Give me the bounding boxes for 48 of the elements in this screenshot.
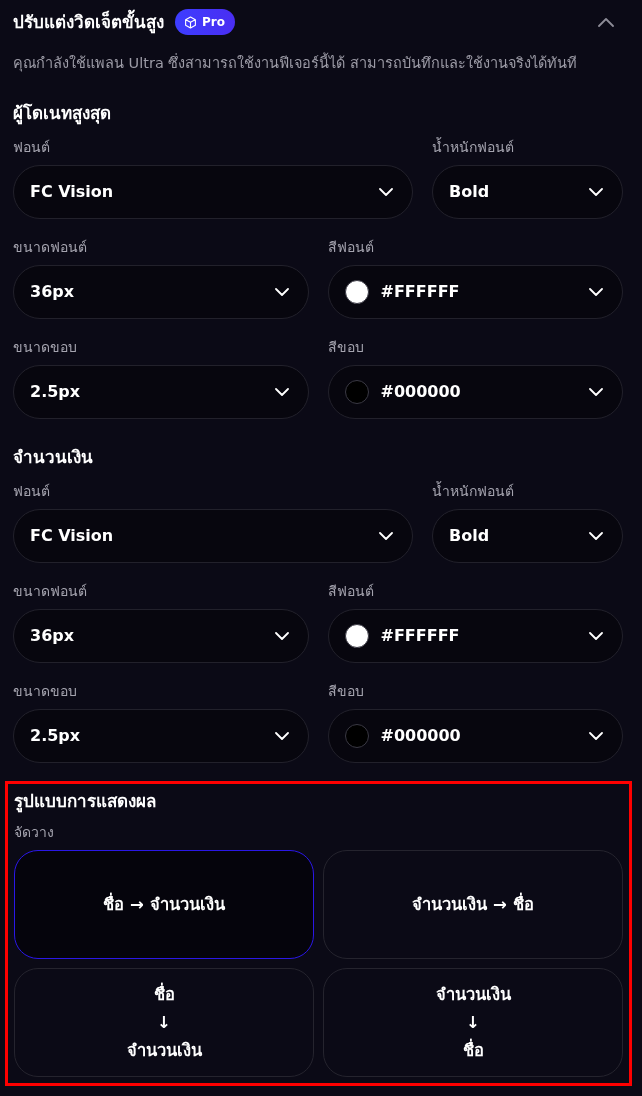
field-label: ฟอนต์ xyxy=(13,482,51,501)
color-select[interactable]: #000000 xyxy=(327,709,623,763)
layout-option[interactable]: ชื่อ ↓ จำนวนเงิน xyxy=(14,968,314,1077)
field-label: น้ำหนักฟอนต์ xyxy=(432,137,515,157)
chevron-down-icon xyxy=(379,532,393,540)
field-label: ฟอนต์ xyxy=(13,138,51,157)
layout-option[interactable]: จำนวนเงิน ↓ ชื่อ xyxy=(323,968,623,1077)
chevron-down-icon xyxy=(274,288,289,296)
chevron-down-icon xyxy=(589,732,603,740)
dropdown-select[interactable]: 2.5px xyxy=(13,709,309,763)
field-label: สีขอบ xyxy=(327,682,365,701)
panel-title: ปรับแต่งวิดเจ็ตขั้นสูง xyxy=(13,9,164,35)
field-label: สีฟอนต์ xyxy=(327,238,375,257)
chevron-down-icon xyxy=(274,632,289,640)
field-label: ขนาดฟอนต์ xyxy=(13,582,88,601)
field-label: สีขอบ xyxy=(327,338,365,357)
chevron-down-icon xyxy=(274,732,289,740)
section-title: รูปแบบการแสดงผล xyxy=(14,790,157,813)
chevron-down-icon xyxy=(589,632,603,640)
section-title: จำนวนเงิน xyxy=(13,446,94,469)
layout-option[interactable]: จำนวนเงิน → ชื่อ xyxy=(323,850,623,959)
chevron-down-icon xyxy=(589,388,603,396)
dropdown-select[interactable]: FC Vision xyxy=(13,509,413,563)
pro-badge: Pro xyxy=(175,9,235,35)
dropdown-select[interactable]: FC Vision xyxy=(13,165,413,219)
section-title: ผู้โดเนทสูงสุด xyxy=(13,102,112,125)
field-label: จัดวาง xyxy=(14,823,55,842)
chevron-down-icon xyxy=(589,188,603,196)
plan-description: คุณกำลังใช้แพลน Ultra ซึ่งสามารถใช้งานฟีเจอร์นี้ได้ สามารถบันทึกและใช้งานจริงได้ทันที xyxy=(13,52,623,74)
dropdown-select[interactable]: 36px xyxy=(13,609,309,663)
chevron-down-icon xyxy=(379,188,393,196)
layout-option[interactable]: ชื่อ → จำนวนเงิน xyxy=(14,850,314,959)
field-label: สีฟอนต์ xyxy=(327,582,375,601)
dropdown-select[interactable]: Bold xyxy=(432,509,623,563)
field-label: ขนาดขอบ xyxy=(13,682,78,701)
field-label: น้ำหนักฟอนต์ xyxy=(432,481,515,501)
chevron-down-icon xyxy=(589,288,603,296)
collapse-button[interactable] xyxy=(598,17,614,27)
color-select[interactable]: #FFFFFF xyxy=(327,265,623,319)
dropdown-select[interactable]: 36px xyxy=(13,265,309,319)
color-select[interactable]: #FFFFFF xyxy=(327,609,623,663)
field-label: ขนาดฟอนต์ xyxy=(13,238,88,257)
dropdown-select[interactable]: 2.5px xyxy=(13,365,309,419)
chevron-down-icon xyxy=(589,532,603,540)
dropdown-select[interactable]: Bold xyxy=(432,165,623,219)
color-select[interactable]: #000000 xyxy=(327,365,623,419)
chevron-down-icon xyxy=(274,388,289,396)
field-label: ขนาดขอบ xyxy=(13,338,78,357)
